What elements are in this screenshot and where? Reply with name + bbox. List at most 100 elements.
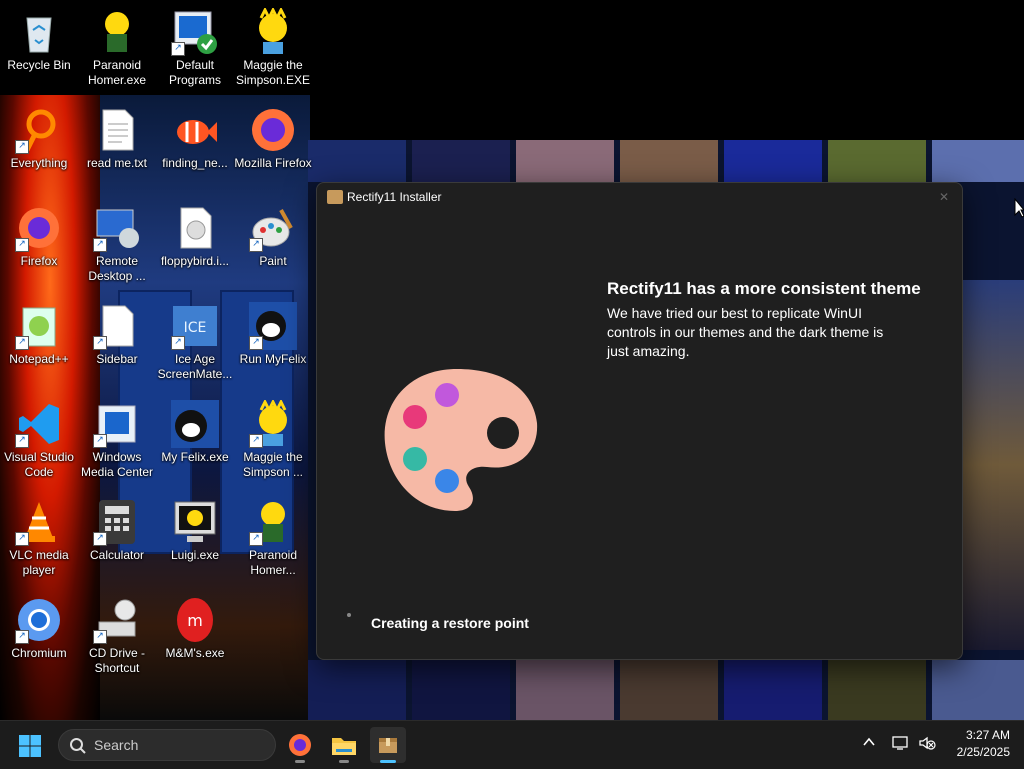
desktop-icon-maggie-shortcut[interactable]: ↗ Maggie the Simpson ...	[234, 398, 312, 480]
disc-image-icon	[171, 204, 219, 252]
taskbar-installer-button[interactable]	[370, 727, 406, 763]
paint-palette-icon	[377, 361, 547, 521]
desktop-icon-mozilla-firefox[interactable]: Mozilla Firefox	[234, 106, 312, 171]
rectify11-installer-window[interactable]: Rectify11 Installer ✕ Rectify11 has a mo…	[316, 182, 963, 660]
icon-label: Maggie the Simpson.EXE	[235, 58, 311, 87]
shortcut-arrow-icon: ↗	[171, 42, 185, 56]
desktop-icon-maggie-exe[interactable]: Maggie the Simpson.EXE	[234, 6, 312, 88]
icon-label: Ice Age ScreenMate...	[157, 352, 233, 381]
taskbar-clock[interactable]: 3:27 AM 2/25/2025	[940, 727, 1010, 761]
desktop-icon-windows-media-center[interactable]: ↗ Windows Media Center	[78, 400, 156, 480]
desktop-icon-paranoid-homer-shortcut[interactable]: ↗ Paranoid Homer...	[234, 498, 312, 578]
windows-logo-icon	[19, 735, 41, 757]
icon-label: My Felix.exe	[161, 450, 229, 464]
taskbar-search-box[interactable]: Search	[58, 729, 276, 761]
shortcut-arrow-icon: ↗	[171, 336, 185, 350]
desktop-icon-notepad-plus-plus[interactable]: ↗ Notepad++	[0, 302, 78, 367]
installer-box-icon	[379, 738, 397, 753]
window-title: Rectify11 Installer	[347, 190, 442, 204]
feature-description: We have tried our best to replicate WinU…	[607, 305, 884, 359]
mouse-cursor-icon	[1014, 198, 1024, 218]
show-hidden-icons-chevron-up-icon[interactable]	[862, 735, 876, 752]
desktop-icon-everything[interactable]: ↗ Everything	[0, 106, 78, 171]
icon-label: Run MyFelix	[239, 352, 307, 366]
shortcut-arrow-icon: ↗	[15, 630, 29, 644]
icon-label: floppybird.i...	[160, 254, 230, 268]
icon-label: Recycle Bin	[7, 58, 71, 72]
desktop-icon-vlc[interactable]: ↗ VLC media player	[0, 498, 78, 578]
mms-candy-icon: m	[171, 596, 219, 644]
desktop-icon-vscode[interactable]: ↗ Visual Studio Code	[0, 400, 78, 480]
desktop-icon-finding-nemo[interactable]: finding_ne...	[156, 106, 234, 171]
desktop-icon-sidebar[interactable]: ↗ Sidebar	[78, 302, 156, 367]
everything-search-icon: ↗	[15, 106, 63, 154]
desktop-icon-floppybird[interactable]: floppybird.i...	[156, 204, 234, 269]
recycle-bin-icon	[15, 8, 63, 56]
shortcut-arrow-icon: ↗	[93, 532, 107, 546]
desktop-icon-mms[interactable]: m M&M's.exe	[156, 596, 234, 661]
shortcut-arrow-icon: ↗	[249, 336, 263, 350]
desktop-icon-cd-drive[interactable]: ↗ CD Drive - Shortcut	[78, 596, 156, 676]
default-programs-icon: ↗	[171, 8, 219, 56]
feature-headline: Rectify11 has a more consistent theme	[607, 279, 921, 298]
start-button[interactable]	[18, 734, 42, 758]
volume-muted-icon[interactable]	[918, 735, 936, 754]
desktop-icon-luigi[interactable]: Luigi.exe	[156, 498, 234, 563]
desktop-icon-chromium[interactable]: ↗ Chromium	[0, 596, 78, 661]
shortcut-arrow-icon: ↗	[93, 434, 107, 448]
icon-label: finding_ne...	[162, 156, 228, 170]
desktop-icon-firefox[interactable]: ↗ Firefox	[0, 204, 78, 269]
desktop-icon-calculator[interactable]: ↗ Calculator	[78, 498, 156, 563]
progress-spinner	[347, 613, 351, 617]
icon-label: Everything	[10, 156, 68, 170]
shortcut-arrow-icon: ↗	[93, 238, 107, 252]
desktop-icon-run-myfelix[interactable]: ↗ Run MyFelix	[234, 302, 312, 367]
svg-text:m: m	[187, 611, 203, 630]
desktop-icon-remote-desktop[interactable]: ↗ Remote Desktop ...	[78, 204, 156, 284]
desktop-icon-default-programs[interactable]: ↗ Default Programs	[156, 8, 234, 88]
firefox-icon	[289, 734, 311, 756]
desktop-icon-my-felix[interactable]: My Felix.exe	[156, 400, 234, 465]
icon-label: M&M's.exe	[165, 646, 225, 660]
desktop-icon-paranoid-homer[interactable]: Paranoid Homer.exe	[78, 8, 156, 88]
icon-label: Calculator	[89, 548, 145, 562]
search-icon	[70, 738, 86, 754]
icon-label: Remote Desktop ...	[88, 254, 146, 283]
paint-icon: ↗	[249, 204, 297, 252]
running-indicator	[339, 760, 349, 763]
shortcut-arrow-icon: ↗	[15, 532, 29, 546]
desktop-icon-ice-age[interactable]: ICE ↗ Ice Age ScreenMate...	[156, 302, 234, 382]
taskbar-file-explorer-button[interactable]	[326, 727, 362, 763]
desktop-icon-paint[interactable]: ↗ Paint	[234, 204, 312, 269]
chromium-icon: ↗	[15, 596, 63, 644]
icon-label: VLC media player	[9, 548, 69, 577]
clock-time: 3:27 AM	[965, 728, 1010, 742]
shortcut-arrow-icon: ↗	[249, 532, 263, 546]
taskbar-firefox-button[interactable]	[282, 727, 318, 763]
close-icon[interactable]: ✕	[934, 187, 954, 207]
network-icon[interactable]	[892, 735, 910, 754]
shortcut-arrow-icon: ↗	[15, 238, 29, 252]
icon-label: Paranoid Homer.exe	[87, 58, 147, 87]
icon-label: Firefox	[20, 254, 58, 268]
icon-label: Luigi.exe	[170, 548, 220, 562]
icon-label: Paint	[259, 254, 287, 268]
shortcut-arrow-icon: ↗	[93, 336, 107, 350]
icon-label: CD Drive - Shortcut	[89, 646, 145, 675]
icon-label: read me.txt	[86, 156, 148, 170]
window-titlebar[interactable]: Rectify11 Installer ✕	[317, 183, 962, 213]
shortcut-arrow-icon: ↗	[15, 140, 29, 154]
vlc-cone-icon: ↗	[15, 498, 63, 546]
desktop-icon-recycle-bin[interactable]: Recycle Bin	[0, 8, 78, 73]
firefox-icon: ↗	[15, 204, 63, 252]
maggie-icon	[249, 6, 297, 56]
svg-text:ICE: ICE	[184, 320, 207, 336]
maggie-icon: ↗	[249, 398, 297, 448]
desktop-icon-read-me[interactable]: read me.txt	[78, 106, 156, 171]
file-icon: ↗	[93, 302, 141, 350]
icon-label: Paranoid Homer...	[248, 548, 298, 577]
search-placeholder: Search	[94, 737, 139, 753]
shortcut-arrow-icon: ↗	[93, 630, 107, 644]
taskbar: Search 3:27 AM 2/25/2025	[0, 720, 1024, 769]
ice-age-icon: ICE ↗	[171, 302, 219, 350]
